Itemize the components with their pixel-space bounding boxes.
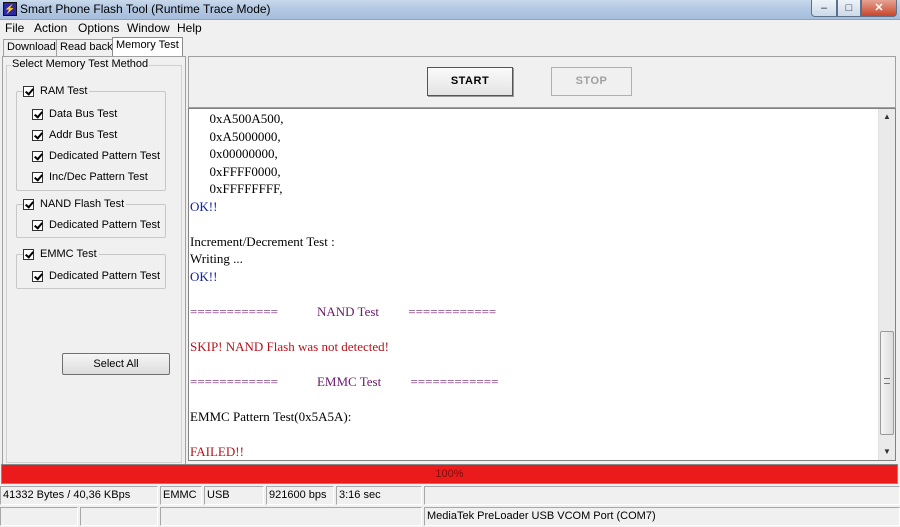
inc-dec-pattern-option[interactable]: Inc/Dec Pattern Test xyxy=(32,171,148,183)
log-line: OK!! xyxy=(190,198,218,214)
log-line: Writing ... xyxy=(190,251,243,266)
scroll-down-arrow-icon[interactable]: ▼ xyxy=(879,444,895,460)
tab-read-back[interactable]: Read back xyxy=(56,39,117,56)
ram-test-label: RAM Test xyxy=(40,85,88,97)
start-button[interactable]: START xyxy=(427,67,513,96)
menu-window[interactable]: Window xyxy=(127,21,170,35)
select-all-button[interactable]: Select All xyxy=(62,353,170,375)
emmc-test-label: EMMC Test xyxy=(40,248,97,260)
emmc-test-checkbox[interactable] xyxy=(23,248,34,260)
log-line: FAILED!! xyxy=(190,443,244,459)
close-button[interactable]: ✕ xyxy=(861,0,897,17)
menu-action[interactable]: Action xyxy=(34,21,67,35)
inc-dec-pattern-label: Inc/Dec Pattern Test xyxy=(49,171,148,183)
trace-log[interactable]: 0xA500A500, 0xA5000000, 0x00000000, 0xFF… xyxy=(188,108,896,461)
log-line: 0xA5000000, xyxy=(190,128,281,144)
status-baud: 921600 bps xyxy=(266,486,334,505)
addr-bus-test-checkbox[interactable] xyxy=(32,129,43,141)
log-line: SKIP! NAND Flash was not detected! xyxy=(190,338,389,354)
status-transfer: 41332 Bytes / 40,36 KBps xyxy=(0,486,158,505)
nand-dedicated-pattern-checkbox[interactable] xyxy=(32,219,43,231)
nand-test-checkbox[interactable] xyxy=(23,198,34,210)
minimize-button[interactable]: – xyxy=(811,0,837,17)
log-line: ============ NAND Test ============ xyxy=(190,303,497,319)
status-interface: USB xyxy=(204,486,264,505)
emmc-dedicated-pattern-option[interactable]: Dedicated Pattern Test xyxy=(32,270,160,282)
menu-bar: File Action Options Window Help xyxy=(0,20,900,37)
log-line: Increment/Decrement Test : xyxy=(190,233,335,249)
inc-dec-pattern-checkbox[interactable] xyxy=(32,171,43,183)
title-bar: ⚡ Smart Phone Flash Tool (Runtime Trace … xyxy=(0,0,900,20)
addr-bus-test-label: Addr Bus Test xyxy=(49,129,118,141)
emmc-dedicated-pattern-checkbox[interactable] xyxy=(32,270,43,282)
data-bus-test-label: Data Bus Test xyxy=(49,108,118,120)
log-scrollbar[interactable]: ▲ ▼ xyxy=(878,109,895,460)
log-line: ============ EMMC Test ============ xyxy=(190,373,499,389)
emmc-dedicated-pattern-label: Dedicated Pattern Test xyxy=(49,270,161,282)
maximize-button[interactable]: □ xyxy=(837,0,861,17)
action-bar: START STOP xyxy=(188,56,896,108)
app-icon: ⚡ xyxy=(3,2,17,16)
menu-options[interactable]: Options xyxy=(78,21,119,35)
nand-dedicated-pattern-label: Dedicated Pattern Test xyxy=(49,219,161,231)
status-empty-4 xyxy=(160,507,422,526)
grip-icon xyxy=(884,378,890,384)
log-line: 0xA500A500, xyxy=(190,111,284,126)
status-bar: 41332 Bytes / 40,36 KBps EMMC USB 921600… xyxy=(0,485,900,527)
progress-bar: 100% xyxy=(1,464,898,484)
stop-button[interactable]: STOP xyxy=(551,67,632,96)
status-storage: EMMC xyxy=(160,486,202,505)
method-group-title: Select Memory Test Method xyxy=(11,58,150,70)
status-time: 3:16 sec xyxy=(336,486,422,505)
menu-help[interactable]: Help xyxy=(177,21,202,35)
status-port: MediaTek PreLoader USB VCOM Port (COM7) xyxy=(424,507,900,526)
emmc-test-toggle[interactable]: EMMC Test xyxy=(23,248,99,260)
addr-bus-test-option[interactable]: Addr Bus Test xyxy=(32,129,117,141)
tab-memory-test[interactable]: Memory Test xyxy=(112,37,183,56)
ram-test-checkbox[interactable] xyxy=(23,85,34,97)
ram-dedicated-pattern-label: Dedicated Pattern Test xyxy=(49,150,161,162)
scroll-up-arrow-icon[interactable]: ▲ xyxy=(879,109,895,125)
scroll-thumb[interactable] xyxy=(880,331,894,435)
progress-label: 100% xyxy=(435,468,464,480)
log-line: 0xFFFF0000, xyxy=(190,163,281,179)
tab-strip: Download Read back Memory Test xyxy=(0,37,900,56)
log-line: EMMC Pattern Test(0x5A5A): xyxy=(190,408,352,424)
menu-file[interactable]: File xyxy=(5,21,24,35)
data-bus-test-checkbox[interactable] xyxy=(32,108,43,120)
nand-dedicated-pattern-option[interactable]: Dedicated Pattern Test xyxy=(32,219,160,231)
ram-dedicated-pattern-checkbox[interactable] xyxy=(32,150,43,162)
log-line: 0x00000000, xyxy=(190,146,278,161)
window-title: Smart Phone Flash Tool (Runtime Trace Mo… xyxy=(20,2,271,16)
memory-test-method-panel: Select Memory Test Method RAM Test Data … xyxy=(2,56,186,465)
status-empty-2 xyxy=(0,507,78,526)
status-empty-3 xyxy=(80,507,158,526)
log-line: 0xFFFFFFFF, xyxy=(190,181,283,196)
ram-test-toggle[interactable]: RAM Test xyxy=(23,85,90,97)
log-line: OK!! xyxy=(190,268,218,284)
tab-download[interactable]: Download xyxy=(3,39,60,56)
data-bus-test-option[interactable]: Data Bus Test xyxy=(32,108,117,120)
status-empty-1 xyxy=(424,486,900,505)
nand-test-toggle[interactable]: NAND Flash Test xyxy=(23,198,127,210)
nand-test-label: NAND Flash Test xyxy=(40,198,125,210)
ram-dedicated-pattern-option[interactable]: Dedicated Pattern Test xyxy=(32,150,160,162)
